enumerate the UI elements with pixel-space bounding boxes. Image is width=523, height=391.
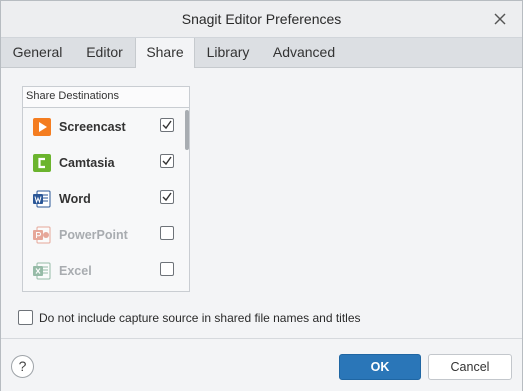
destination-screencast[interactable]: Screencast xyxy=(23,110,183,146)
checkmark-icon xyxy=(162,156,172,166)
tab-general[interactable]: General xyxy=(1,38,74,67)
tab-advanced[interactable]: Advanced xyxy=(261,38,347,67)
close-icon xyxy=(494,13,506,25)
tab-library[interactable]: Library xyxy=(195,38,261,67)
destination-checkbox[interactable] xyxy=(160,154,174,168)
excel-icon xyxy=(33,262,51,280)
checkmark-icon xyxy=(162,192,172,202)
dialog-title: Snagit Editor Preferences xyxy=(181,11,342,27)
destination-label: Excel xyxy=(59,264,92,278)
destination-camtasia[interactable]: Camtasia xyxy=(23,146,183,182)
destination-label: Camtasia xyxy=(59,156,115,170)
cancel-button[interactable]: Cancel xyxy=(428,354,512,380)
powerpoint-icon xyxy=(33,226,51,244)
share-destinations-header: Share Destinations xyxy=(23,87,189,108)
share-destinations-group: Share Destinations Screencast Camtasia W… xyxy=(22,86,190,292)
tab-bar: General Editor Share Library Advanced xyxy=(1,37,522,68)
checkmark-icon xyxy=(162,120,172,130)
destination-powerpoint[interactable]: PowerPoint xyxy=(23,218,183,254)
destination-checkbox[interactable] xyxy=(160,190,174,204)
ok-button[interactable]: OK xyxy=(339,354,421,380)
destination-word[interactable]: Word xyxy=(23,182,183,218)
destination-label: Screencast xyxy=(59,120,126,134)
destination-checkbox[interactable] xyxy=(160,226,174,240)
screencast-icon xyxy=(33,118,51,136)
destination-checkbox[interactable] xyxy=(160,262,174,276)
dialog-footer: ? OK Cancel xyxy=(1,338,522,391)
tab-share[interactable]: Share xyxy=(135,38,195,68)
destination-checkbox[interactable] xyxy=(160,118,174,132)
preferences-dialog: Snagit Editor Preferences General Editor… xyxy=(0,0,523,391)
destination-excel[interactable]: Excel xyxy=(23,254,183,290)
share-destinations-list: Screencast Camtasia Word PowerPoint Exce… xyxy=(23,108,189,292)
close-button[interactable] xyxy=(488,7,512,31)
exclude-source-checkbox[interactable] xyxy=(18,310,33,325)
title-bar: Snagit Editor Preferences xyxy=(1,1,522,37)
destination-label: Word xyxy=(59,192,91,206)
camtasia-icon xyxy=(33,154,51,172)
destination-label: PowerPoint xyxy=(59,228,128,242)
tab-editor[interactable]: Editor xyxy=(74,38,135,67)
exclude-source-label: Do not include capture source in shared … xyxy=(39,311,361,325)
help-button[interactable]: ? xyxy=(11,355,34,378)
list-scrollbar[interactable] xyxy=(185,110,189,150)
word-icon xyxy=(33,190,51,208)
